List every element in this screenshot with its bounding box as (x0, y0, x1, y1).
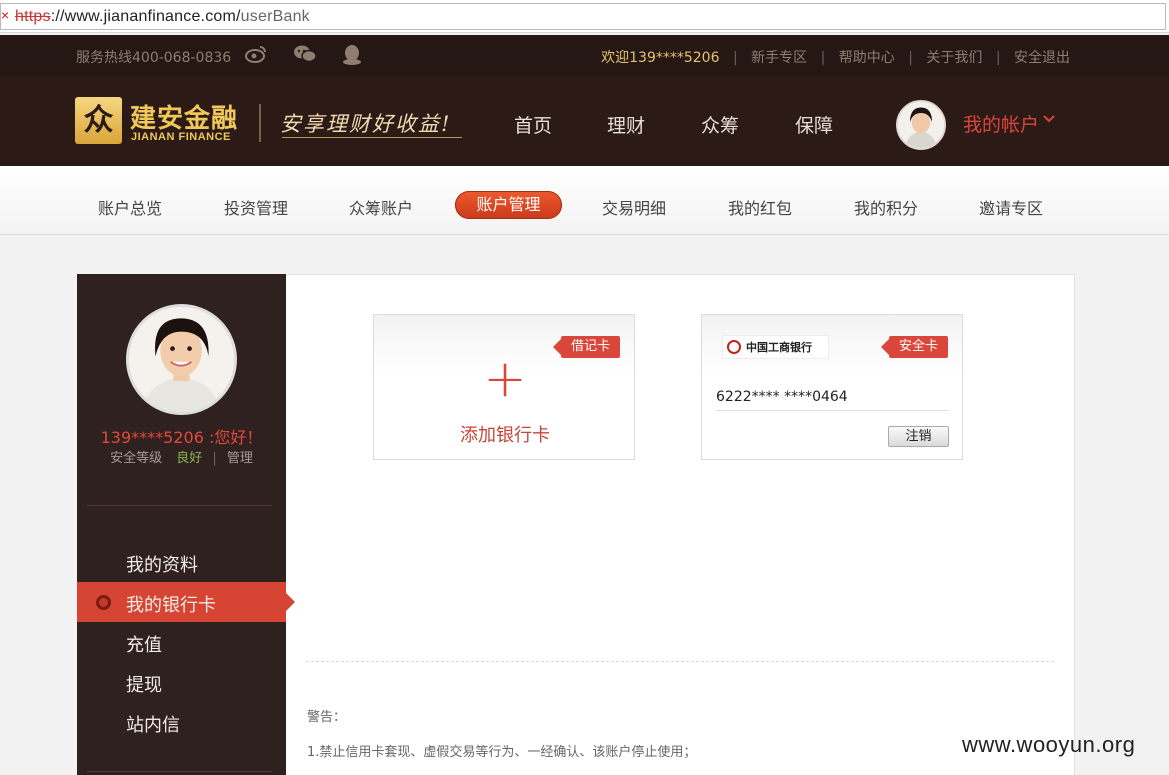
url-scheme: https (15, 8, 51, 25)
url-text[interactable]: https://www.jiananfinance.com/userBank (15, 8, 310, 26)
card-number: 6222**** ****0464 (716, 389, 848, 405)
site-header: 众 建安金融 JIANAN FINANCE 安享理财好收益! 首页 理财 众筹 … (0, 76, 1169, 166)
logo-icon[interactable]: 众 (75, 97, 122, 144)
security-label: 安全等级 (110, 451, 163, 466)
sidebar-item-withdraw[interactable]: 提现 (126, 671, 162, 697)
card-number-underline (716, 410, 949, 411)
link-newbie[interactable]: 新手专区 (751, 50, 807, 66)
weibo-icon[interactable] (245, 44, 267, 66)
sidebar-item-messages[interactable]: 站内信 (126, 711, 180, 737)
manage-link[interactable]: 管理 (227, 451, 253, 466)
link-about[interactable]: 关于我们 (926, 50, 982, 66)
warning-line-1: 1.禁止信用卡套现、虚假交易等行为、一经确认、该账户停止使用； (307, 745, 697, 760)
tab-red-packets[interactable]: 我的红包 (728, 195, 792, 219)
tab-account-management[interactable]: 账户管理 (455, 191, 562, 219)
link-logout[interactable]: 安全退出 (1014, 50, 1070, 66)
plus-icon[interactable]: + (374, 349, 636, 409)
bank-name: 中国工商银行 (746, 341, 812, 354)
top-bar: 服务热线400-068-0836 欢迎139****5206 | 新手专区 | … (0, 35, 1169, 76)
nav-home[interactable]: 首页 (514, 111, 552, 138)
sidebar-item-bank-cards[interactable]: 我的银行卡 (77, 582, 295, 622)
tab-transactions[interactable]: 交易明细 (602, 195, 666, 219)
section-divider (306, 661, 1054, 662)
divider: | (732, 50, 738, 66)
tab-crowdfunding-account[interactable]: 众筹账户 (349, 195, 413, 219)
logo-divider (259, 104, 261, 142)
active-dot-icon (96, 595, 111, 610)
icbc-emblem-icon (727, 340, 741, 354)
link-help[interactable]: 帮助中心 (839, 50, 895, 66)
wechat-icon[interactable] (293, 44, 317, 66)
greeting-text: 139****5206 :您好！ (100, 428, 263, 447)
hotline-text: 服务热线400-068-0836 (76, 50, 232, 66)
bank-logo: 中国工商银行 (722, 335, 829, 359)
url-path: userBank (240, 8, 310, 25)
url-host: ://www.jiananfinance.com/ (50, 8, 241, 25)
sidebar: 139****5206 :您好！ 安全等级 良好 | 管理 我的资料 我的银行卡… (77, 274, 295, 775)
tab-invite[interactable]: 邀请专区 (979, 195, 1043, 219)
sidebar-item-label: 我的银行卡 (126, 595, 216, 616)
my-account-menu[interactable]: 我的帐户 (963, 110, 1039, 137)
logo-subtext: JIANAN FINANCE (131, 131, 231, 143)
divider: | (995, 50, 1001, 66)
sidebar-divider (87, 505, 272, 506)
logo-text[interactable]: 建安金融 (130, 98, 238, 135)
tab-account-overview[interactable]: 账户总览 (98, 195, 162, 219)
sidebar-divider (87, 771, 272, 772)
security-value: 良好 (176, 451, 203, 466)
watermark: www.wooyun.org (962, 732, 1136, 757)
tab-points[interactable]: 我的积分 (854, 195, 918, 219)
tab-investment[interactable]: 投资管理 (224, 195, 288, 219)
add-bank-card-label[interactable]: 添加银行卡 (374, 421, 636, 447)
sidebar-item-profile[interactable]: 我的资料 (126, 551, 198, 577)
security-card-tag: 安全卡 (880, 336, 948, 358)
chevron-down-icon[interactable] (1042, 112, 1056, 130)
top-links: 欢迎139****5206 | 新手专区 | 帮助中心 | 关于我们 | 安全退… (601, 47, 1070, 67)
divider: | (820, 50, 826, 66)
nav-finance[interactable]: 理财 (607, 111, 645, 138)
nav-crowdfunding[interactable]: 众筹 (701, 111, 739, 138)
account-subnav: 账户总览 投资管理 众筹账户 账户管理 交易明细 我的红包 我的积分 邀请专区 (0, 166, 1169, 235)
avatar[interactable] (896, 100, 946, 150)
profile-avatar[interactable] (126, 304, 237, 415)
welcome-text: 欢迎139****5206 (601, 50, 720, 66)
sidebar-item-recharge[interactable]: 充值 (126, 631, 162, 657)
divider: | (212, 451, 217, 466)
slogan-underline (282, 137, 462, 138)
url-field[interactable]: × https://www.jiananfinance.com/userBank (0, 3, 1166, 30)
slogan: 安享理财好收益! (280, 112, 452, 136)
warning-title: 警告： (307, 710, 347, 725)
address-bar[interactable]: × https://www.jiananfinance.com/userBank (0, 0, 1169, 33)
add-bank-card[interactable]: 借记卡 + 添加银行卡 (373, 314, 635, 460)
bank-card: 安全卡 中国工商银行 6222**** ****0464 注销 (701, 314, 963, 460)
insecure-icon: × (1, 7, 10, 23)
qq-icon[interactable] (341, 44, 363, 66)
nav-security[interactable]: 保障 (795, 111, 833, 138)
security-level: 安全等级 良好 | 管理 (77, 447, 286, 466)
divider: | (908, 50, 913, 66)
cancel-card-button[interactable]: 注销 (888, 426, 949, 447)
